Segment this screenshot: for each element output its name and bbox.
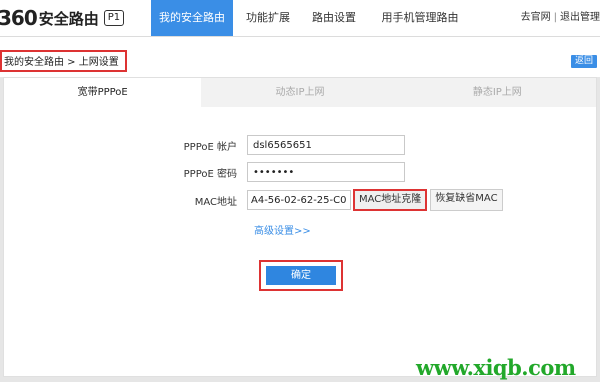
account-input[interactable]: dsl6565651 <box>247 135 405 155</box>
nav-mobile-manage[interactable]: 用手机管理路由 <box>365 0 475 36</box>
confirm-button[interactable]: 确定 <box>266 266 336 285</box>
password-row: PPPoE 密码 ••••••• <box>159 162 405 182</box>
breadcrumb-bar: 我的安全路由 > 上网设置 返回 <box>0 37 600 77</box>
tab-pppoe[interactable]: 宽带PPPoE <box>4 78 202 107</box>
nav-my-router[interactable]: 我的安全路由 <box>151 0 233 36</box>
logo-mark: 360 <box>0 6 38 30</box>
official-site-link[interactable]: 去官网 <box>521 12 551 23</box>
model-badge: P1 <box>103 10 125 26</box>
mac-input[interactable]: A4-56-02-62-25-C0 <box>247 190 351 210</box>
main-nav: 我的安全路由 功能扩展 路由设置 用手机管理路由 <box>151 0 475 36</box>
watermark: www.xiqb.com <box>416 355 576 380</box>
confirm-highlight: 确定 <box>259 260 343 291</box>
account-label: PPPoE 帐户 <box>183 141 237 153</box>
tab-static-ip[interactable]: 静态IP上网 <box>399 78 596 107</box>
settings-panel: 宽带PPPoE 动态IP上网 静态IP上网 PPPoE 帐户 dsl656565… <box>3 77 597 377</box>
logout-link[interactable]: 退出管理 <box>560 12 600 23</box>
account-row: PPPoE 帐户 dsl6565651 <box>159 135 405 155</box>
logo-text: 安全路由 <box>38 9 99 28</box>
mac-restore-button[interactable]: 恢复缺省MAC <box>430 189 503 211</box>
top-links: 去官网 | 退出管理 <box>521 0 600 36</box>
connection-tabs: 宽带PPPoE 动态IP上网 静态IP上网 <box>4 78 596 107</box>
advanced-settings-link[interactable]: 高级设置>> <box>254 222 311 237</box>
nav-extensions[interactable]: 功能扩展 <box>233 0 303 36</box>
mac-label: MAC地址 <box>194 196 237 208</box>
breadcrumb: 我的安全路由 > 上网设置 <box>0 50 127 72</box>
password-input[interactable]: ••••••• <box>247 162 405 182</box>
mac-clone-button[interactable]: MAC地址克隆 <box>353 189 428 211</box>
logo: 360 安全路由 P1 <box>0 5 125 31</box>
separator: | <box>553 12 557 23</box>
nav-router-settings[interactable]: 路由设置 <box>303 0 365 36</box>
top-bar: 360 安全路由 P1 我的安全路由 功能扩展 路由设置 用手机管理路由 去官网… <box>0 0 600 37</box>
tab-dynamic-ip[interactable]: 动态IP上网 <box>201 78 398 107</box>
password-label: PPPoE 密码 <box>183 168 237 180</box>
mac-row: MAC地址 A4-56-02-62-25-C0 MAC地址克隆 恢复缺省MAC <box>159 189 503 211</box>
back-button[interactable]: 返回 <box>570 55 597 68</box>
